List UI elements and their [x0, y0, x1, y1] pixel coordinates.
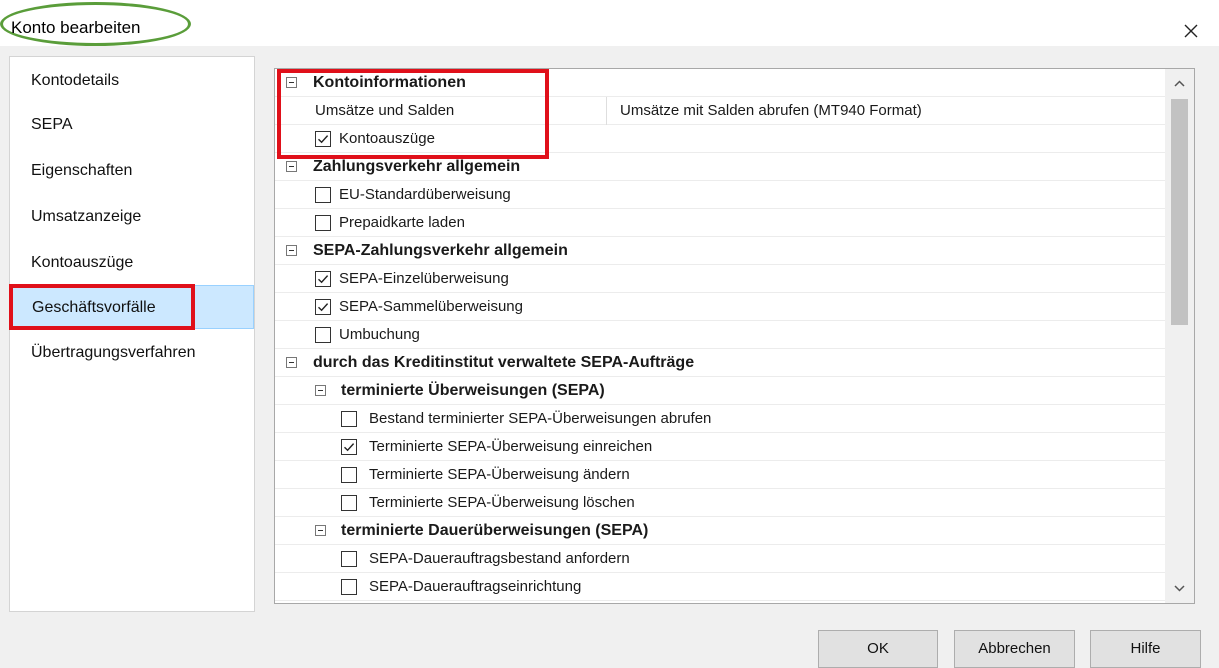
- item-label: Prepaidkarte laden: [339, 214, 465, 231]
- checkbox[interactable]: [315, 215, 331, 231]
- item-label: Umbuchung: [339, 326, 420, 343]
- item-label: SEPA-Dauerauftragseinrichtung: [369, 578, 582, 595]
- item-label: EU-Standardüberweisung: [339, 186, 511, 203]
- checkbox[interactable]: [341, 551, 357, 567]
- checkbox[interactable]: [341, 467, 357, 483]
- tree-item[interactable]: Terminierte SEPA-Überweisung ändern: [275, 461, 1165, 489]
- group-label: Kontoinformationen: [313, 74, 466, 91]
- tree-group-header[interactable]: SEPA-Zahlungsverkehr allgemein: [275, 237, 1165, 265]
- subgroup-label: terminierte Überweisungen (SEPA): [341, 382, 605, 399]
- checkbox[interactable]: [341, 439, 357, 455]
- tree-item[interactable]: Kontoauszüge: [275, 125, 1165, 153]
- scroll-down-button[interactable]: [1165, 575, 1194, 603]
- dialog-title: Konto bearbeiten: [11, 18, 141, 37]
- tree-subgroup-header[interactable]: terminierte Dauerüberweisungen (SEPA): [275, 517, 1165, 545]
- checkbox[interactable]: [315, 271, 331, 287]
- checkbox[interactable]: [341, 411, 357, 427]
- checkmark-icon: [318, 275, 329, 284]
- collapse-icon[interactable]: [286, 161, 297, 172]
- nav-panel: Kontodetails SEPA Eigenschaften Umsatzan…: [9, 56, 255, 612]
- item-label: SEPA-Einzelüberweisung: [339, 270, 509, 287]
- dialog-body: Kontodetails SEPA Eigenschaften Umsatzan…: [0, 46, 1219, 668]
- vertical-scrollbar[interactable]: [1165, 69, 1194, 603]
- nav-item-uebertragungsverfahren[interactable]: Übertragungsverfahren: [10, 331, 254, 375]
- tree-item[interactable]: Terminierte SEPA-Überweisung löschen: [275, 489, 1165, 517]
- tree-item[interactable]: SEPA-Sammelüberweisung: [275, 293, 1165, 321]
- tree-group-header[interactable]: Kontoinformationen: [275, 69, 1165, 97]
- item-label: SEPA-Dauerauftragsbestand anfordern: [369, 550, 630, 567]
- nav-item-geschaeftsvorfaelle[interactable]: Geschäftsvorfälle: [10, 285, 254, 329]
- tree-item[interactable]: SEPA-Dauerauftragsbestand anfordern: [275, 545, 1165, 573]
- column-divider: [606, 97, 607, 125]
- checkmark-icon: [344, 443, 355, 452]
- group-label: durch das Kreditinstitut verwaltete SEPA…: [313, 354, 695, 371]
- nav-item-eigenschaften[interactable]: Eigenschaften: [10, 149, 254, 193]
- tree-item[interactable]: Umbuchung: [275, 321, 1165, 349]
- chevron-down-icon: [1174, 585, 1185, 592]
- property-row[interactable]: Umsätze und Salden Umsätze mit Salden ab…: [275, 97, 1165, 125]
- tree-list: Kontoinformationen Umsätze und Salden Um…: [275, 69, 1165, 603]
- tree-group-header[interactable]: Zahlungsverkehr allgemein: [275, 153, 1165, 181]
- title-bar: Konto bearbeiten: [0, 0, 1219, 46]
- close-button[interactable]: [1176, 16, 1206, 46]
- tree-panel: Kontoinformationen Umsätze und Salden Um…: [274, 68, 1195, 604]
- nav-item-kontodetails[interactable]: Kontodetails: [10, 59, 254, 103]
- tree-item[interactable]: SEPA-Einzelüberweisung: [275, 265, 1165, 293]
- help-button[interactable]: Hilfe: [1090, 630, 1201, 668]
- close-icon: [1184, 24, 1198, 38]
- checkbox[interactable]: [315, 187, 331, 203]
- checkbox[interactable]: [341, 495, 357, 511]
- tree-group-header[interactable]: durch das Kreditinstitut verwaltete SEPA…: [275, 349, 1165, 377]
- checkbox[interactable]: [315, 131, 331, 147]
- ok-button[interactable]: OK: [818, 630, 938, 668]
- collapse-icon[interactable]: [286, 77, 297, 88]
- item-label: Bestand terminierter SEPA-Überweisungen …: [369, 410, 712, 427]
- tree-item[interactable]: Prepaidkarte laden: [275, 209, 1165, 237]
- chevron-up-icon: [1174, 80, 1185, 87]
- nav-item-sepa[interactable]: SEPA: [10, 103, 254, 147]
- checkbox[interactable]: [315, 327, 331, 343]
- collapse-icon[interactable]: [286, 245, 297, 256]
- tree-item[interactable]: Bestand terminierter SEPA-Überweisungen …: [275, 405, 1165, 433]
- cancel-button[interactable]: Abbrechen: [954, 630, 1075, 668]
- property-value[interactable]: Umsätze mit Salden abrufen (MT940 Format…: [620, 97, 922, 124]
- item-label: SEPA-Sammelüberweisung: [339, 298, 523, 315]
- checkbox[interactable]: [341, 579, 357, 595]
- nav-item-kontoauszuege[interactable]: Kontoauszüge: [10, 241, 254, 285]
- item-label: Kontoauszüge: [339, 130, 435, 147]
- group-label: Zahlungsverkehr allgemein: [313, 158, 521, 175]
- checkmark-icon: [318, 303, 329, 312]
- collapse-icon[interactable]: [286, 357, 297, 368]
- tree-subgroup-header[interactable]: terminierte Überweisungen (SEPA): [275, 377, 1165, 405]
- nav-item-umsatzanzeige[interactable]: Umsatzanzeige: [10, 195, 254, 239]
- tree-item[interactable]: Terminierte SEPA-Überweisung einreichen: [275, 433, 1165, 461]
- collapse-icon[interactable]: [315, 385, 326, 396]
- item-label: Terminierte SEPA-Überweisung ändern: [369, 466, 630, 483]
- checkmark-icon: [318, 135, 329, 144]
- subgroup-label: terminierte Dauerüberweisungen (SEPA): [341, 522, 649, 539]
- item-label: Terminierte SEPA-Überweisung löschen: [369, 494, 635, 511]
- tree-item[interactable]: SEPA-Dauerauftragseinrichtung: [275, 573, 1165, 601]
- item-label: Terminierte SEPA-Überweisung einreichen: [369, 438, 653, 455]
- tree-item[interactable]: EU-Standardüberweisung: [275, 181, 1165, 209]
- checkbox[interactable]: [315, 299, 331, 315]
- property-label: Umsätze und Salden: [315, 102, 455, 119]
- scroll-thumb[interactable]: [1171, 99, 1188, 325]
- group-label: SEPA-Zahlungsverkehr allgemein: [313, 242, 568, 259]
- scroll-up-button[interactable]: [1165, 69, 1194, 97]
- collapse-icon[interactable]: [315, 525, 326, 536]
